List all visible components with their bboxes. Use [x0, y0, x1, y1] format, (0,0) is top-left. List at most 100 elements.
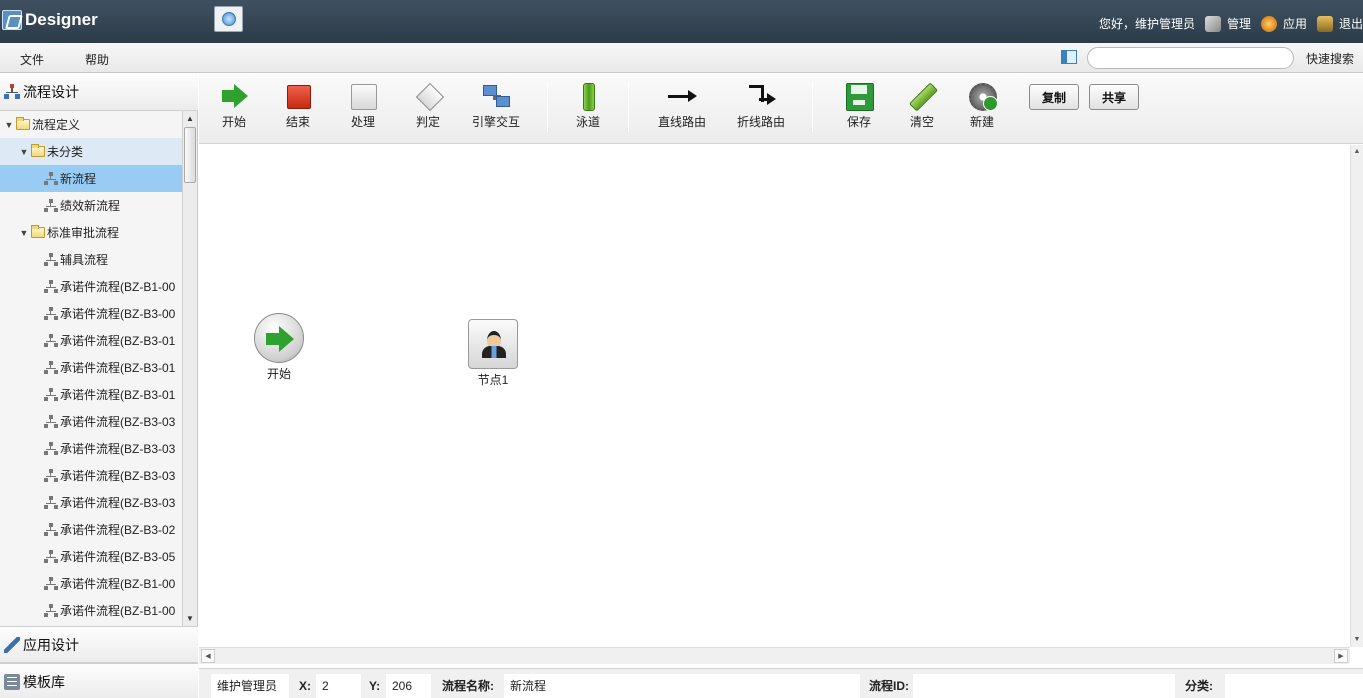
- manage-link[interactable]: 管理: [1227, 15, 1251, 32]
- canvas-node-start[interactable]: 开始: [254, 313, 304, 382]
- scroll-right-arrow-icon[interactable]: ▶: [1334, 649, 1348, 663]
- scroll-down-arrow-icon[interactable]: ▼: [183, 611, 197, 626]
- app-logo: Designer: [2, 10, 98, 30]
- expand-toggle-icon[interactable]: ▼: [19, 147, 29, 157]
- section-template-library[interactable]: 模板库: [0, 663, 198, 698]
- menu-help[interactable]: 帮助: [85, 51, 109, 68]
- end-square-icon: [284, 82, 312, 110]
- category-field[interactable]: [1225, 674, 1363, 698]
- tool-straight-route[interactable]: 直线路由: [655, 82, 709, 136]
- tree-item[interactable]: 承诺件流程(BZ-B3-03: [0, 462, 182, 489]
- tool-save[interactable]: 保存: [842, 82, 876, 136]
- tree-folder[interactable]: ▼ 未分类: [0, 138, 182, 165]
- menu-file[interactable]: 文件: [20, 51, 44, 68]
- tree-label: 绩效新流程: [60, 199, 121, 213]
- exit-icon: [1316, 15, 1333, 32]
- tree-item[interactable]: 辅具流程: [0, 246, 182, 273]
- tool-label: 开始: [221, 115, 246, 129]
- x-label: X:: [299, 679, 311, 693]
- straight-route-icon: [668, 82, 697, 110]
- expand-toggle-icon[interactable]: ▼: [4, 120, 14, 130]
- globe-button[interactable]: [214, 6, 243, 32]
- canvas-horizontal-scrollbar[interactable]: ◀ ▶: [199, 647, 1350, 664]
- toolbar-separator: [547, 82, 548, 132]
- tree-label: 未分类: [47, 145, 84, 159]
- tools-icon: [1204, 15, 1221, 32]
- canvas-vertical-scrollbar[interactable]: ▲ ▼: [1350, 145, 1363, 647]
- tree-item[interactable]: 承诺件流程(BZ-B3-01: [0, 381, 182, 408]
- copy-button[interactable]: 复制: [1029, 84, 1080, 110]
- tree-item[interactable]: 新流程: [0, 165, 182, 192]
- share-button[interactable]: 共享: [1089, 84, 1140, 110]
- flow-id-field[interactable]: [913, 674, 1175, 698]
- expand-toggle-icon[interactable]: ▼: [19, 228, 29, 238]
- tree-folder[interactable]: ▼ 流程定义: [0, 111, 182, 138]
- tree-label: 承诺件流程(BZ-B1-00: [60, 280, 176, 294]
- category-label: 分类:: [1185, 679, 1213, 693]
- section-flow-design[interactable]: 流程设计: [0, 74, 198, 111]
- tree-label: 承诺件流程(BZ-B1-00: [60, 604, 176, 618]
- folder-icon: [31, 144, 45, 157]
- tree-item[interactable]: 承诺件流程(BZ-B3-03: [0, 489, 182, 516]
- section-label: 模板库: [23, 673, 65, 690]
- tool-clear[interactable]: 清空: [905, 82, 939, 136]
- tool-polyline-route[interactable]: 折线路由: [734, 82, 788, 136]
- tree-item[interactable]: 承诺件流程(BZ-B3-00: [0, 300, 182, 327]
- tree-item[interactable]: 承诺件流程(BZ-B1-00: [0, 597, 182, 624]
- process-icon: [44, 307, 58, 320]
- tree-label: 承诺件流程(BZ-B3-03: [60, 469, 176, 483]
- tree-item[interactable]: 承诺件流程(BZ-B3-03: [0, 435, 182, 462]
- tool-new[interactable]: 新建: [965, 82, 999, 136]
- tree-item[interactable]: 承诺件流程(BZ-B1-00: [0, 273, 182, 300]
- section-app-design[interactable]: 应用设计: [0, 626, 198, 663]
- flow-name-field[interactable]: 新流程: [504, 674, 860, 698]
- tree-folder[interactable]: ▼ 标准审批流程: [0, 219, 182, 246]
- layout-toggle-icon[interactable]: [1061, 50, 1077, 64]
- tree-item[interactable]: 承诺件流程(BZ-B3-01: [0, 327, 182, 354]
- quick-search-link[interactable]: 快速搜索: [1306, 50, 1354, 67]
- toolbar-separator: [812, 82, 813, 132]
- exit-link[interactable]: 退出: [1339, 15, 1363, 32]
- tree-item[interactable]: 承诺件流程(BZ-B3-03: [0, 408, 182, 435]
- process-icon: [44, 442, 58, 455]
- search-input[interactable]: [1087, 47, 1294, 69]
- tree-label: 承诺件流程(BZ-B3-05: [60, 550, 176, 564]
- tool-label: 直线路由: [657, 115, 706, 129]
- scroll-thumb[interactable]: [184, 127, 196, 183]
- process-icon: [44, 334, 58, 347]
- tree-label: 承诺件流程(BZ-B3-03: [60, 496, 176, 510]
- tree-item[interactable]: 绩效新流程: [0, 192, 182, 219]
- scroll-up-arrow-icon[interactable]: ▲: [1351, 145, 1363, 159]
- scroll-down-arrow-icon[interactable]: ▼: [1351, 633, 1363, 647]
- app-link[interactable]: 应用: [1283, 15, 1307, 32]
- tree-item[interactable]: 承诺件流程(BZ-B3-05: [0, 543, 182, 570]
- tool-swimlane[interactable]: 泳道: [571, 82, 605, 136]
- start-node-icon: [254, 313, 304, 363]
- tree-label: 承诺件流程(BZ-B3-01: [60, 388, 176, 402]
- tool-engine-interaction[interactable]: 引擎交互: [469, 82, 523, 136]
- tool-label: 判定: [415, 115, 440, 129]
- folder-icon: [31, 225, 45, 238]
- status-bar: 维护管理员 X: 2 Y: 206 流程名称: 新流程 流程ID: 分类:: [199, 668, 1363, 698]
- tool-process[interactable]: 处理: [346, 82, 380, 136]
- scroll-left-arrow-icon[interactable]: ◀: [201, 649, 215, 663]
- tree-item[interactable]: 承诺件流程(BZ-B3-02: [0, 516, 182, 543]
- tree-item[interactable]: 承诺件流程(BZ-B1-00: [0, 570, 182, 597]
- tree-label: 承诺件流程(BZ-B1-00: [60, 577, 176, 591]
- decision-diamond-icon: [414, 82, 442, 110]
- tool-start[interactable]: 开始: [217, 82, 251, 136]
- process-icon: [44, 550, 58, 563]
- process-square-icon: [349, 82, 377, 110]
- process-icon: [44, 388, 58, 401]
- tool-end[interactable]: 结束: [281, 82, 315, 136]
- clear-icon: [908, 82, 936, 110]
- scroll-up-arrow-icon[interactable]: ▲: [183, 111, 197, 126]
- design-canvas[interactable]: 开始 节点1: [199, 145, 1350, 647]
- tree-item[interactable]: 承诺件流程(BZ-B3-01: [0, 354, 182, 381]
- canvas-node-1[interactable]: 节点1: [465, 319, 521, 388]
- tool-label: 保存: [846, 115, 871, 129]
- tool-decision[interactable]: 判定: [411, 82, 445, 136]
- tree-label: 承诺件流程(BZ-B3-01: [60, 334, 176, 348]
- tree-label: 辅具流程: [60, 253, 109, 267]
- tree-scrollbar[interactable]: ▲ ▼: [182, 111, 197, 626]
